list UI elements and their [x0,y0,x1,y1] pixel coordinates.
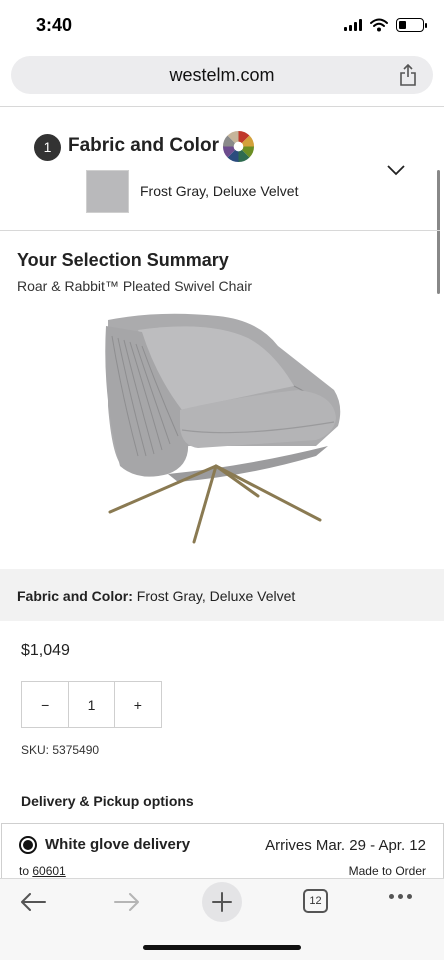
delivery-heading: Delivery & Pickup options [21,793,194,809]
more-icon[interactable] [389,894,412,899]
delivery-zip-line: to 60601 [19,864,66,878]
divider [0,106,444,107]
back-arrow-icon[interactable] [20,893,46,911]
quantity-value[interactable]: 1 [68,682,115,727]
address-bar[interactable]: westelm.com [11,56,433,94]
divider [0,230,440,231]
tabs-icon[interactable]: 12 [303,889,328,913]
share-icon[interactable] [399,64,417,86]
url-text[interactable]: westelm.com [11,65,433,86]
summary-title: Your Selection Summary [17,250,229,270]
status-bar: 3:40 [0,0,444,52]
fabric-summary-row: Fabric and Color: Frost Gray, Deluxe Vel… [0,569,444,621]
fabric-summary-text: Fabric and Color: Frost Gray, Deluxe Vel… [17,588,295,604]
made-to-order-label: Made to Order [348,864,426,878]
fabric-summary-value: Frost Gray, Deluxe Velvet [136,588,296,604]
zip-prefix: to [19,864,30,878]
delivery-option-name: White glove delivery [45,836,191,853]
forward-arrow-icon[interactable] [114,893,140,911]
status-icons [344,18,427,32]
fabric-swatch[interactable] [86,170,129,213]
chevron-down-icon[interactable] [386,164,406,176]
cellular-signal-icon [344,19,362,31]
selected-fabric-label: Frost Gray, Deluxe Velvet [140,183,299,199]
new-tab-button[interactable] [202,882,242,922]
quantity-stepper: − 1 + [21,681,162,728]
product-price: $1,049 [21,642,70,659]
product-name: Roar & Rabbit™ Pleated Swivel Chair [17,278,252,294]
status-time: 3:40 [36,15,73,35]
fabric-summary-label: Fabric and Color: [17,588,133,604]
home-indicator[interactable] [143,945,301,950]
zip-code-link[interactable]: 60601 [32,864,65,878]
scrollbar[interactable] [437,170,440,294]
delivery-arrival-window: Arrives Mar. 29 - Apr. 12 [265,837,426,854]
decrement-button[interactable]: − [22,682,68,727]
delivery-radio[interactable] [19,836,37,854]
wifi-icon [370,18,388,32]
step-title[interactable]: Fabric and Color [68,135,219,157]
sku-text: SKU: 5375490 [21,743,100,757]
step-number-badge: 1 [34,134,61,161]
color-wheel-icon [222,130,255,163]
increment-button[interactable]: + [115,682,161,727]
product-image [105,313,341,544]
battery-level [399,21,406,29]
add-icon [212,892,232,912]
delivery-option[interactable]: White glove delivery Arrives Mar. 29 - A… [1,823,444,879]
battery-icon [396,18,427,32]
